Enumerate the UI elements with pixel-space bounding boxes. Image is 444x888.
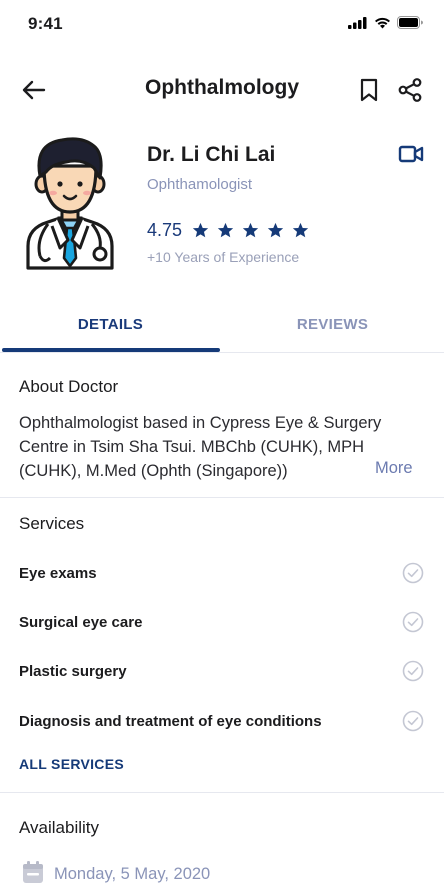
tab-divider <box>0 352 444 353</box>
check-circle-icon[interactable] <box>402 562 424 584</box>
experience-text: +10 Years of Experience <box>147 249 300 265</box>
check-circle-icon[interactable] <box>402 710 424 732</box>
all-services-link[interactable]: ALL SERVICES <box>19 756 124 772</box>
service-item[interactable]: Eye exams <box>19 558 424 588</box>
star-icon <box>267 222 284 238</box>
video-call-icon[interactable] <box>398 143 424 165</box>
service-label: Plastic surgery <box>19 662 127 680</box>
doctor-specialty: Ophthamologist <box>147 176 253 193</box>
more-link[interactable]: More <box>369 459 413 478</box>
service-label: Eye exams <box>19 564 97 582</box>
services-title: Services <box>19 514 85 533</box>
rating-row: 4.75 <box>147 220 309 241</box>
availability-title: Availability <box>19 818 100 837</box>
battery-icon <box>397 16 423 29</box>
share-icon[interactable] <box>396 76 424 104</box>
tab-reviews[interactable]: REVIEWS <box>221 316 444 333</box>
status-icons <box>348 16 424 29</box>
back-arrow-icon[interactable] <box>20 76 48 104</box>
about-text: Ophthalmologist based in Cypress Eye & S… <box>19 414 382 480</box>
section-divider <box>0 497 444 498</box>
status-time: 9:41 <box>28 14 63 33</box>
service-label: Diagnosis and treatment of eye condition… <box>19 712 322 730</box>
availability-date[interactable]: Monday, 5 May, 2020 <box>54 865 210 884</box>
rating-stars <box>192 222 309 239</box>
check-circle-icon[interactable] <box>402 660 424 682</box>
wifi-icon <box>375 17 390 28</box>
doctor-name: Dr. Li Chi Lai <box>147 143 276 166</box>
calendar-icon <box>23 861 43 883</box>
service-item[interactable]: Plastic surgery <box>19 656 424 686</box>
star-icon <box>192 222 209 238</box>
bookmark-icon[interactable] <box>356 76 382 104</box>
section-divider <box>0 792 444 793</box>
check-circle-icon[interactable] <box>402 611 424 633</box>
service-item[interactable]: Surgical eye care <box>19 607 424 637</box>
tab-details[interactable]: DETAILS <box>0 316 221 333</box>
doctor-avatar <box>26 137 114 270</box>
star-icon <box>217 222 234 238</box>
service-item[interactable]: Diagnosis and treatment of eye condition… <box>19 706 424 736</box>
signal-icon <box>348 16 367 29</box>
about-title: About Doctor <box>19 377 119 396</box>
service-label: Surgical eye care <box>19 613 143 631</box>
star-icon <box>242 222 259 238</box>
star-icon <box>292 222 309 238</box>
rating-value: 4.75 <box>147 220 183 240</box>
